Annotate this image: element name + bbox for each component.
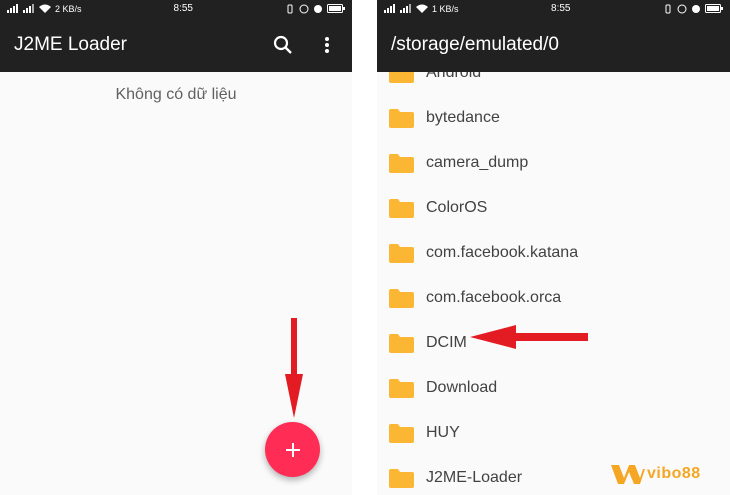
folder-label: DCIM: [426, 333, 467, 351]
folder-label: Download: [426, 378, 498, 396]
folder-row[interactable]: ColorOS: [377, 185, 730, 230]
folder-list: Android bytedance camera_dump ColorOS co…: [377, 50, 730, 495]
folder-label: com.facebook.orca: [426, 288, 562, 306]
folder-icon: [389, 468, 414, 488]
right-screen: Android bytedance camera_dump ColorOS co…: [377, 0, 730, 495]
watermark-text: vibo88: [647, 465, 701, 482]
folder-icon: [389, 243, 414, 263]
signal-icon: [7, 4, 18, 13]
folder-label: bytedance: [426, 108, 500, 126]
folder-label: HUY: [426, 423, 460, 441]
folder-icon: [389, 378, 414, 398]
folder-icon: [389, 288, 414, 308]
folder-label: ColorOS: [426, 198, 488, 216]
wifi-icon: [416, 4, 428, 13]
folder-label: com.facebook.katana: [426, 243, 579, 261]
folder-row[interactable]: HUY: [377, 410, 730, 455]
path-title: /storage/emulated/0: [391, 33, 559, 55]
status-bar: 2 KB/s 8:55: [0, 0, 352, 17]
folder-icon: [389, 198, 414, 218]
folder-row[interactable]: Download: [377, 365, 730, 410]
folder-label: camera_dump: [426, 153, 529, 171]
left-screen: 2 KB/s 8:55 J2ME Loader Không có dữ liệu: [0, 0, 352, 495]
dnd-icon: [299, 4, 309, 13]
arrow-down-annotation: [285, 318, 303, 418]
wifi-icon: [39, 4, 51, 13]
vibrate-icon: [665, 4, 671, 13]
plus-icon: [285, 442, 300, 457]
alarm-icon: [692, 4, 700, 13]
empty-message: Không có dữ liệu: [115, 86, 237, 103]
folder-row[interactable]: camera_dump: [377, 140, 730, 185]
arrow-left-annotation: [470, 325, 588, 349]
folder-row[interactable]: com.facebook.orca: [377, 275, 730, 320]
folder-label: J2ME-Loader: [426, 468, 523, 486]
path-bar: /storage/emulated/0: [377, 17, 730, 72]
folder-row[interactable]: com.facebook.katana: [377, 230, 730, 275]
signal-icon: [400, 4, 411, 13]
signal-icon: [23, 4, 34, 13]
folder-icon: [389, 333, 414, 353]
folder-row[interactable]: bytedance: [377, 95, 730, 140]
logo-icon: [611, 465, 645, 484]
right-header: 1 KB/s 8:55 /storage/emulated/0: [377, 0, 730, 72]
dnd-icon: [677, 4, 687, 13]
folder-icon: [389, 153, 414, 173]
app-title: J2ME Loader: [14, 33, 128, 55]
status-time: 8:55: [551, 3, 571, 14]
signal-icon: [384, 4, 395, 13]
vibrate-icon: [287, 4, 293, 13]
folder-icon: [389, 423, 414, 443]
folder-icon: [389, 108, 414, 128]
watermark-logo: vibo88: [611, 463, 701, 485]
battery-icon: [705, 4, 723, 13]
add-button[interactable]: [265, 422, 320, 477]
alarm-icon: [314, 4, 322, 13]
network-speed: 1 KB/s: [432, 3, 459, 14]
search-icon[interactable]: [272, 34, 294, 56]
battery-icon: [327, 4, 345, 13]
network-speed: 2 KB/s: [55, 3, 82, 14]
status-bar: 1 KB/s 8:55: [377, 0, 730, 17]
app-bar: J2ME Loader: [0, 17, 352, 72]
more-options-icon[interactable]: [316, 34, 338, 56]
status-time: 8:55: [173, 3, 193, 14]
